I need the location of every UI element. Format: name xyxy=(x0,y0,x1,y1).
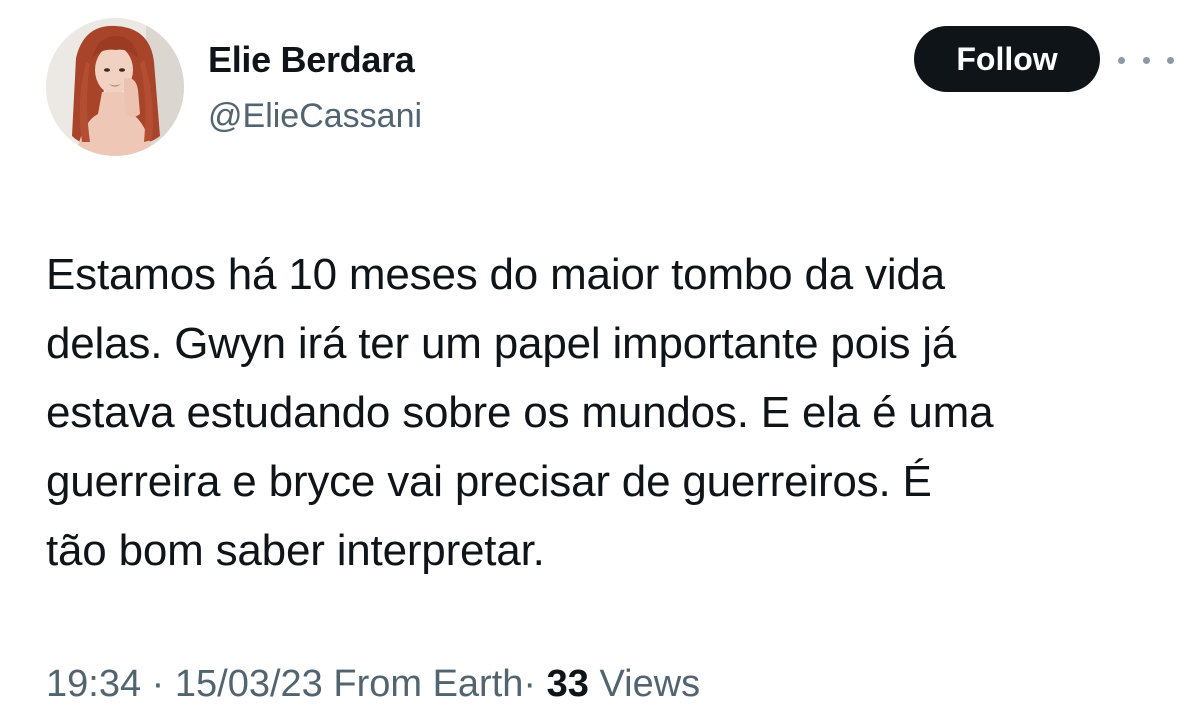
more-horizontal-icon[interactable] xyxy=(1118,50,1174,70)
tweet-text-line: Estamos há 10 meses do maior tombo da vi… xyxy=(46,250,945,299)
tweet-text-line: estava estudando sobre os mundos. E ela … xyxy=(46,388,994,437)
tweet-text-line: tão bom saber interpretar. xyxy=(46,526,545,575)
tweet-source: From Earth xyxy=(333,663,524,705)
tweet-date[interactable]: 15/03/23 xyxy=(175,663,323,705)
author-display-name[interactable]: Elie Berdara xyxy=(208,40,415,80)
tweet-time[interactable]: 19:34 xyxy=(46,663,141,705)
meta-separator: · xyxy=(151,663,165,705)
avatar[interactable] xyxy=(46,18,184,156)
follow-button[interactable]: Follow xyxy=(914,26,1100,92)
author-handle[interactable]: @ElieCassani xyxy=(208,97,422,135)
more-dot xyxy=(1142,56,1150,64)
views-label[interactable]: Views xyxy=(599,663,700,705)
views-count[interactable]: 33 xyxy=(547,663,589,705)
tweet-text-line: guerreira e bryce vai precisar de guerre… xyxy=(46,457,932,506)
tweet-card: Elie Berdara @ElieCassani Follow Estamos… xyxy=(0,0,1199,715)
profile-photo xyxy=(46,18,184,156)
more-dot xyxy=(1167,56,1174,64)
tweet-text-line: delas. Gwyn irá ter um papel importante … xyxy=(46,319,957,368)
more-dot xyxy=(1118,56,1125,64)
tweet-meta: 19:34 · 15/03/23 From Earth· 33 Views xyxy=(46,663,700,706)
tweet-text: Estamos há 10 meses do maior tombo da vi… xyxy=(46,240,1176,585)
meta-separator: · xyxy=(523,663,537,705)
